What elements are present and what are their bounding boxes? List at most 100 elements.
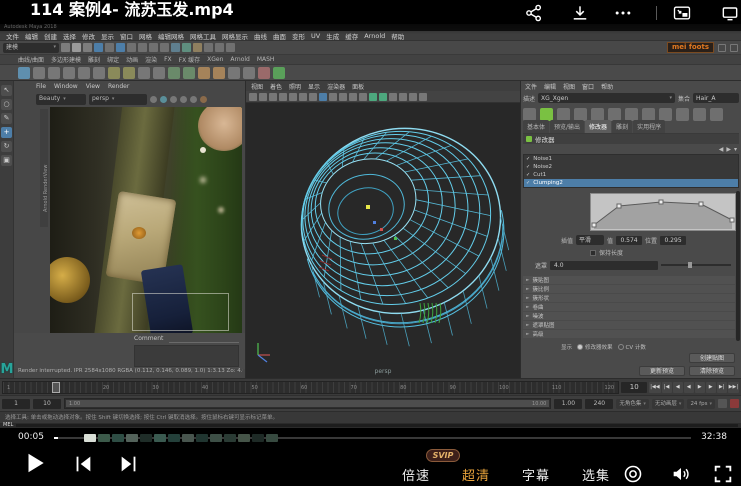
panel-menu[interactable]: 着色 <box>270 82 282 91</box>
more-icon[interactable] <box>613 3 633 23</box>
picture-in-picture-icon[interactable] <box>672 3 692 23</box>
timeline-ruler[interactable]: 1102030405060708090100110120 <box>2 381 619 394</box>
anim-start-field[interactable]: 1 <box>2 399 30 409</box>
expand-icon[interactable]: ► <box>526 323 529 328</box>
camera-attributes-icon[interactable] <box>269 93 277 101</box>
interp-dropdown[interactable]: 平滑 <box>576 235 604 245</box>
preview-chip[interactable] <box>126 434 138 442</box>
rotate-tool-icon[interactable]: ↻ <box>1 141 12 152</box>
quality-button[interactable]: 超清 <box>462 465 490 484</box>
select-hierarchy-icon[interactable] <box>61 43 70 52</box>
update-preview-button[interactable]: 更新预览 <box>639 366 685 376</box>
share-icon[interactable] <box>524 3 544 23</box>
shelf-tab[interactable]: FX <box>164 56 172 63</box>
modifier-enabled-checkbox[interactable]: ✓ <box>526 172 530 178</box>
radio-modifier-effects[interactable]: 修改器效果 <box>577 343 613 351</box>
go-to-end-icon[interactable]: ▶▶| <box>728 382 739 393</box>
sculpt-icon[interactable] <box>258 67 270 79</box>
poly-sphere-icon[interactable] <box>18 67 30 79</box>
modifier-list-item[interactable]: ✓Cut1 <box>524 171 738 179</box>
select-object-icon[interactable] <box>72 43 81 52</box>
viewport-canvas[interactable]: persp <box>246 103 520 378</box>
modifier-enabled-checkbox[interactable]: ✓ <box>526 164 530 170</box>
modifier-enabled-checkbox[interactable]: ✓ <box>526 156 530 162</box>
next-frame-icon[interactable]: ▶ <box>706 382 716 393</box>
oversampling-icon[interactable] <box>309 93 317 101</box>
lock-camera-icon[interactable] <box>259 93 267 101</box>
preview-chip[interactable] <box>210 434 222 442</box>
xgen-undo-sculpt-icon[interactable] <box>693 108 706 121</box>
expand-icon[interactable]: ► <box>526 278 529 283</box>
poly-cube-icon[interactable] <box>33 67 45 79</box>
aov-dropdown[interactable]: Beauty▾ <box>36 94 86 105</box>
crop-region-icon[interactable] <box>200 96 207 103</box>
menu-set-dropdown[interactable]: 建模▾ <box>3 43 59 53</box>
render-view-menu[interactable]: Window <box>54 83 78 90</box>
textured-mode-icon[interactable] <box>339 93 347 101</box>
collapsible-section[interactable]: ►遮罩贴图 <box>523 321 735 329</box>
panel-menu[interactable]: 显示 <box>308 82 320 91</box>
render-view-menu[interactable]: File <box>36 83 46 90</box>
comment-input[interactable] <box>169 335 239 343</box>
preview-chip[interactable] <box>252 434 264 442</box>
clear-preview-button[interactable]: 清除预览 <box>689 366 735 376</box>
platonic-solid-icon[interactable] <box>93 67 105 79</box>
scale-tool-icon[interactable]: ▣ <box>1 155 12 166</box>
xgen-density-icon[interactable] <box>625 108 638 121</box>
snap-grid-icon[interactable] <box>94 43 103 52</box>
xgen-guide-icon[interactable] <box>523 108 536 121</box>
hud-toggle-icon[interactable] <box>419 93 427 101</box>
move-tool-icon[interactable]: + <box>1 127 12 138</box>
snap-point-icon[interactable] <box>116 43 125 52</box>
xgen-cut-icon[interactable] <box>642 108 655 121</box>
isolate-select-icon[interactable] <box>389 93 397 101</box>
xgen-place-guides-icon[interactable] <box>557 108 570 121</box>
collection-dropdown[interactable]: Hair_A <box>693 93 739 103</box>
render-region-marquee[interactable] <box>132 293 229 331</box>
image-plane-icon[interactable] <box>289 93 297 101</box>
snapshot-icon[interactable] <box>180 96 187 103</box>
expand-icon[interactable]: ► <box>526 305 529 310</box>
shelf-tab[interactable]: MASH <box>257 56 275 63</box>
xgen-tab[interactable]: 修改器 <box>585 120 611 133</box>
prev-keyframe-icon[interactable]: |◀ <box>662 382 672 393</box>
select-tool-icon[interactable]: ↖ <box>1 85 12 96</box>
next-icon[interactable] <box>118 453 140 475</box>
ipr-render-icon[interactable] <box>193 43 202 52</box>
render-current-frame-icon[interactable] <box>182 43 191 52</box>
xgen-menu[interactable]: 视图 <box>563 82 575 91</box>
camera-dropdown[interactable]: persp▾ <box>89 94 147 105</box>
move-down-icon[interactable]: ▶ <box>726 146 731 153</box>
preview-chip[interactable] <box>238 434 250 442</box>
preview-chip[interactable] <box>140 434 152 442</box>
range-slider[interactable]: 1.0010.00 <box>64 398 551 409</box>
smooth-icon[interactable] <box>228 67 240 79</box>
shelf-tab[interactable]: XGen <box>207 56 223 63</box>
xgen-length-icon[interactable] <box>591 108 604 121</box>
xgen-menu[interactable]: 文件 <box>525 82 537 91</box>
anim-layer-dropdown[interactable]: 无动画层▾ <box>652 399 685 409</box>
download-icon[interactable] <box>570 3 590 23</box>
playback-options-icon[interactable] <box>718 399 727 408</box>
quad-draw-icon[interactable] <box>213 67 225 79</box>
boolean-union-icon[interactable] <box>138 67 150 79</box>
nurbs-circle-icon[interactable] <box>108 67 120 79</box>
shelf-tab[interactable]: 动画 <box>126 55 138 64</box>
xgen-tab[interactable]: 雕刻 <box>612 120 632 133</box>
xgen-shelf-icon[interactable] <box>273 67 285 79</box>
paint-select-tool-icon[interactable]: ✎ <box>1 113 12 124</box>
episodes-button[interactable]: 选集 <box>582 465 610 484</box>
pause-ipr-icon[interactable] <box>160 96 167 103</box>
combine-icon[interactable] <box>153 67 165 79</box>
xgen-width-icon[interactable] <box>608 108 621 121</box>
motion-blur-icon[interactable] <box>379 93 387 101</box>
expand-icon[interactable]: ► <box>526 287 529 292</box>
poly-torus-icon[interactable] <box>78 67 90 79</box>
snap-projected-center-icon[interactable] <box>127 43 136 52</box>
xgen-tab[interactable]: 基本体 <box>523 120 549 133</box>
anim-end-field[interactable]: 240 <box>585 399 613 409</box>
xgen-tab[interactable]: 实用程序 <box>633 120 665 133</box>
paint-effects-icon[interactable] <box>215 43 224 52</box>
expand-icon[interactable]: ► <box>526 314 529 319</box>
preview-chip[interactable] <box>98 434 110 442</box>
